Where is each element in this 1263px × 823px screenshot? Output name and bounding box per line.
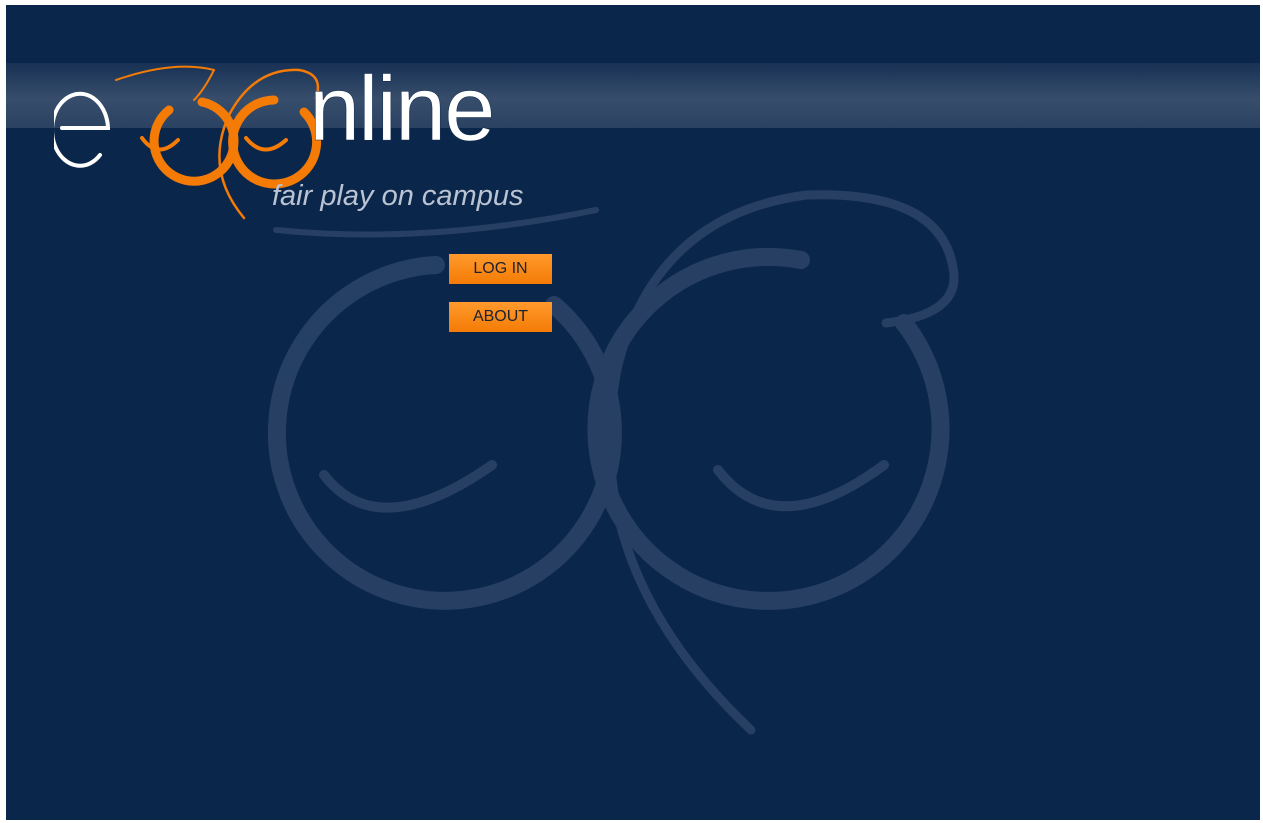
page-frame: e nline fair play on campus LOG IN ABOUT bbox=[6, 5, 1260, 820]
about-button[interactable]: ABOUT bbox=[449, 302, 552, 332]
login-button[interactable]: LOG IN bbox=[449, 254, 552, 284]
logo-tagline: fair play on campus bbox=[272, 180, 524, 212]
logo-wordmark-text: nline bbox=[309, 58, 496, 160]
